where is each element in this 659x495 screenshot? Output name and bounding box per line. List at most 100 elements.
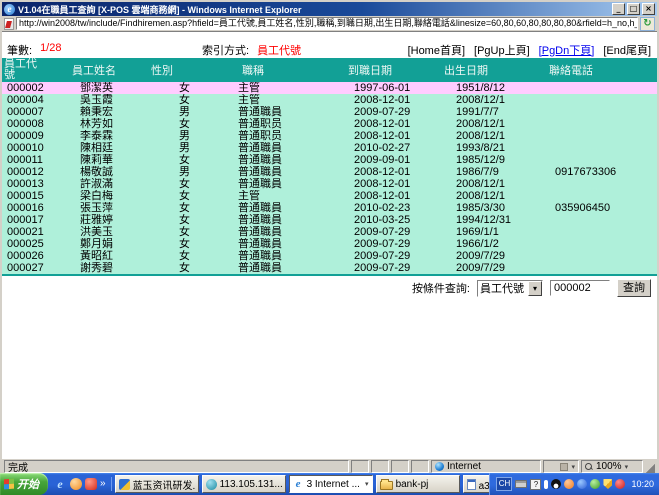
cell-hire_date: 2008-12-01 <box>322 118 422 130</box>
internet-globe-icon <box>435 462 444 471</box>
protected-mode-pane[interactable]: ▾ <box>543 460 579 473</box>
employee-row[interactable]: 000013許淑滿女普通職員2008-12-012008/12/1 <box>2 178 657 190</box>
qq-tray-icon[interactable] <box>551 479 561 489</box>
employee-row[interactable]: 000017莊雅婷女普通職員2010-03-251994/12/31 <box>2 214 657 226</box>
taskbar-button-accounting-doc[interactable]: a3.會計帳作... <box>463 475 490 493</box>
taskbar-button-lanyu[interactable]: 蓝玉资讯研发... <box>115 475 199 493</box>
cell-birth_date: 2009/7/29 <box>422 250 537 262</box>
maximize-button[interactable]: □ <box>627 3 640 15</box>
overflow-chevron-icon[interactable]: » <box>100 477 106 491</box>
employee-row[interactable]: 000027謝秀碧女普通職員2009-07-292009/7/29 <box>2 262 657 275</box>
language-indicator[interactable]: CH <box>496 477 512 491</box>
nav-pgup-link[interactable]: [PgUp上頁] <box>474 42 530 58</box>
cell-title: 普通職員 <box>222 178 322 190</box>
tray-clock[interactable]: 10:20 <box>631 479 654 489</box>
employee-row[interactable]: 000009李泰霖男普通职员2008-12-012008/12/1 <box>2 130 657 142</box>
close-button[interactable]: × <box>642 3 655 15</box>
system-tray: CH ? 10:20 <box>489 473 659 495</box>
qq-quicklaunch-icon[interactable] <box>70 478 82 490</box>
status-pane-2 <box>371 460 389 473</box>
employee-row[interactable]: 000002鄧潔英女主管1997-06-011951/8/12 <box>2 82 657 94</box>
cell-no: 000004 <box>2 94 62 106</box>
folder-icon <box>380 481 393 490</box>
cell-phone <box>537 154 657 166</box>
cell-no: 000013 <box>2 178 62 190</box>
employee-row[interactable]: 000010陳相廷男普通職員2010-02-271993/8/21 <box>2 142 657 154</box>
alert-icon[interactable] <box>544 480 548 489</box>
cell-phone <box>537 214 657 226</box>
query-field-select[interactable]: 員工代號 ▾ <box>477 280 543 297</box>
window-title: V1.04在職員工查詢 [X-POS 雲端商務網] - Windows Inte… <box>18 3 609 16</box>
shield-icon[interactable] <box>603 479 612 489</box>
start-button[interactable]: 开始 <box>0 473 48 495</box>
url-input[interactable]: http://win2008/tw/include/Findhiremen.as… <box>16 17 638 30</box>
zoom-control[interactable]: 100% ▾ <box>581 460 643 473</box>
wangwang-tray-icon[interactable] <box>564 479 574 489</box>
cell-hire_date: 2010-02-23 <box>322 202 422 214</box>
taskbar-button-internet-group[interactable]: e 3 Internet ... ▾ <box>289 475 373 493</box>
employee-row[interactable]: 000021洪美玉女普通職員2009-07-291969/1/1 <box>2 226 657 238</box>
cell-hire_date: 2009-09-01 <box>322 154 422 166</box>
cell-title: 普通職員 <box>222 250 322 262</box>
cell-sex: 女 <box>147 190 222 202</box>
ie-logo-icon: e <box>4 4 15 15</box>
security-alert-icon[interactable] <box>615 479 625 489</box>
nav-end-link[interactable]: [End尾頁] <box>603 42 651 58</box>
query-submit-button[interactable]: 查詢 <box>617 279 651 297</box>
mail-quicklaunch-icon[interactable] <box>85 478 97 490</box>
chevron-down-icon[interactable]: ▾ <box>528 281 542 296</box>
updater-tray-icon[interactable] <box>590 479 600 489</box>
employee-row[interactable]: 000026黃昭紅女普通職員2009-07-292009/7/29 <box>2 250 657 262</box>
messenger-tray-icon[interactable] <box>577 479 587 489</box>
employee-row[interactable]: 000012楊敬誠男普通職員2008-12-011986/7/909176733… <box>2 166 657 178</box>
header-employee-id: 員工代號 <box>2 58 62 82</box>
record-count-group: 筆數: 1/28 <box>2 42 202 58</box>
query-bar: 按條件查詢: 員工代號 ▾ 000002 查詢 <box>2 279 657 297</box>
nav-pgdn-link[interactable]: [PgDn下頁] <box>539 42 595 58</box>
resize-grip[interactable] <box>645 460 655 473</box>
window-controls: _ □ × <box>612 3 655 15</box>
help-icon[interactable]: ? <box>530 479 541 490</box>
cell-phone <box>537 226 657 238</box>
nav-home-link[interactable]: [Home首頁] <box>408 42 465 58</box>
header-sex: 性別 <box>147 58 222 82</box>
refresh-button[interactable]: ↻ <box>640 17 655 31</box>
status-pane-3 <box>391 460 409 473</box>
cell-name: 洪美玉 <box>62 226 147 238</box>
zoom-level: 100% <box>596 461 622 472</box>
ie-quicklaunch-icon[interactable]: e <box>53 477 67 491</box>
employee-row[interactable]: 000011陳莉華女普通職員2009-09-011985/12/9 <box>2 154 657 166</box>
employee-row[interactable]: 000015梁白梅女主管2008-12-012008/12/1 <box>2 190 657 202</box>
cell-name: 陳莉華 <box>62 154 147 166</box>
query-value-input[interactable]: 000002 <box>550 280 610 296</box>
cell-sex: 男 <box>147 166 222 178</box>
cell-no: 000017 <box>2 214 62 226</box>
cell-birth_date: 2009/7/29 <box>422 262 537 275</box>
employee-row[interactable]: 000025鄭月娟女普通職員2009-07-291966/1/2 <box>2 238 657 250</box>
employee-row[interactable]: 000007賴秉宏男普通職員2009-07-291991/7/7 <box>2 106 657 118</box>
network-icon <box>206 479 217 490</box>
employee-row[interactable]: 000008林芳如女普通职员2008-12-012008/12/1 <box>2 118 657 130</box>
status-pane-4 <box>411 460 429 473</box>
record-count-label: 筆數: <box>7 42 32 58</box>
cell-phone <box>537 250 657 262</box>
taskbar-button-remote[interactable]: 113.105.131.... <box>202 475 286 493</box>
cell-no: 000027 <box>2 262 62 275</box>
employee-table: 員工代號 員工姓名 性別 職稱 到職日期 出生日期 聯絡電話 000002鄧潔英… <box>2 58 657 276</box>
cell-title: 普通職員 <box>222 166 322 178</box>
title-bar[interactable]: e V1.04在職員工查詢 [X-POS 雲端商務網] - Windows In… <box>2 2 657 16</box>
cell-hire_date: 1997-06-01 <box>322 82 422 94</box>
employee-row[interactable]: 000016張玉萍女普通職員2010-02-231985/3/300359064… <box>2 202 657 214</box>
page-favicon <box>4 18 14 30</box>
minimize-button[interactable]: _ <box>612 3 625 15</box>
pagination-nav: [Home首頁] [PgUp上頁] [PgDn下頁] [End尾頁] <box>408 42 657 58</box>
employee-row[interactable]: 000004吳玉霞女主管2008-12-012008/12/1 <box>2 94 657 106</box>
taskbar-button-bankpj[interactable]: bank-pj <box>376 475 460 493</box>
cell-sex: 女 <box>147 118 222 130</box>
cell-name: 賴秉宏 <box>62 106 147 118</box>
cell-sex: 男 <box>147 142 222 154</box>
cell-birth_date: 1994/12/31 <box>422 214 537 226</box>
cell-title: 普通职员 <box>222 118 322 130</box>
header-hire-date: 到職日期 <box>322 58 422 82</box>
printer-icon[interactable] <box>515 480 527 488</box>
